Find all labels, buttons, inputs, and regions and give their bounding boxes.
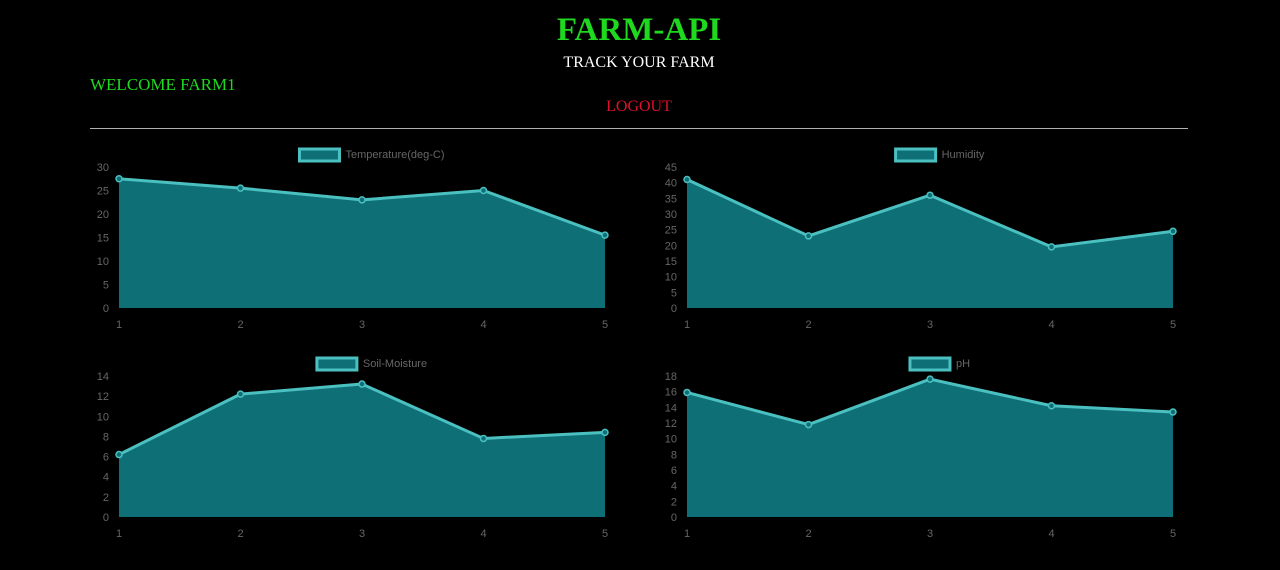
data-point (683, 175, 691, 184)
x-tick-label: 5 (602, 528, 608, 540)
y-tick-label: 5 (103, 280, 109, 292)
y-tick-label: 2 (671, 496, 677, 508)
header-divider (90, 128, 1188, 129)
x-tick-label: 2 (237, 319, 243, 331)
y-tick-label: 25 (97, 186, 109, 198)
data-point (358, 380, 366, 388)
y-tick-label: 30 (97, 162, 109, 174)
page-subtitle: TRACK YOUR FARM (563, 54, 715, 71)
data-point (804, 232, 813, 240)
y-tick-label: 0 (671, 303, 677, 315)
data-point (926, 375, 934, 383)
x-tick-label: 1 (684, 528, 690, 540)
soil-moisture-chart: Soil-Moisture024681012141 2 3 4 5 (97, 356, 609, 540)
x-tick-label: 4 (480, 319, 486, 331)
y-tick-label: 16 (665, 387, 677, 399)
x-tick-label: 3 (359, 528, 365, 540)
series-area (687, 379, 1173, 517)
y-tick-label: 15 (665, 256, 677, 268)
y-tick-label: 14 (97, 371, 109, 383)
data-point (1169, 227, 1177, 235)
x-tick-label: 3 (927, 528, 933, 540)
y-tick-label: 18 (665, 371, 677, 383)
x-tick-label: 4 (1048, 528, 1054, 540)
x-tick-label: 4 (1048, 319, 1054, 331)
y-tick-label: 10 (665, 434, 677, 446)
y-tick-label: 10 (97, 256, 109, 268)
y-tick-label: 6 (671, 465, 677, 477)
x-tick-label: 1 (116, 319, 122, 331)
humidity-chart: Humidity0510152025303540451 2 3 4 5 (665, 147, 1177, 331)
y-tick-label: 14 (665, 402, 677, 414)
y-tick-label: 45 (665, 162, 677, 174)
y-tick-label: 5 (671, 287, 677, 299)
y-tick-label: 35 (665, 193, 677, 205)
ph-chart: pH0246810121416181 2 3 4 5 (665, 356, 1177, 540)
data-point (358, 196, 366, 204)
x-tick-label: 5 (1170, 319, 1176, 331)
data-point (683, 388, 691, 397)
welcome-message: WELCOME FARM1 (90, 75, 236, 94)
y-tick-label: 0 (671, 512, 677, 524)
data-point (1047, 243, 1056, 251)
data-point (1047, 402, 1056, 410)
data-point (115, 175, 123, 183)
x-tick-label: 2 (805, 319, 811, 331)
x-tick-label: 3 (359, 319, 365, 331)
data-point (479, 434, 488, 443)
legend-swatch (908, 356, 952, 372)
y-tick-label: 0 (103, 512, 109, 524)
x-tick-label: 3 (927, 319, 933, 331)
x-tick-label: 1 (116, 528, 122, 540)
y-tick-label: 0 (103, 303, 109, 315)
logout-link[interactable]: LOGOUT (606, 98, 672, 115)
y-tick-label: 8 (671, 449, 677, 461)
y-tick-label: 6 (103, 452, 109, 464)
y-tick-label: 4 (103, 472, 109, 484)
legend-label: Temperature(deg-C) (345, 149, 444, 161)
y-tick-label: 25 (665, 225, 677, 237)
series-area (119, 384, 605, 517)
legend-swatch (297, 147, 341, 163)
legend-label: Humidity (942, 149, 985, 161)
y-tick-label: 12 (665, 418, 677, 430)
logout-container: LOGOUT (0, 96, 1278, 118)
x-tick-label: 4 (480, 528, 486, 540)
y-tick-label: 4 (671, 481, 677, 493)
temperature-chart: Temperature(deg-C) 0 5 10 15 20 25 30 1 2 3 4 5 (97, 147, 609, 331)
y-tick-label: 30 (665, 209, 677, 221)
page-title: FARM-API (556, 12, 722, 48)
y-tick-label: 20 (97, 209, 109, 221)
data-point (601, 231, 609, 239)
legend-label: Soil-Moisture (363, 358, 427, 370)
x-tick-label: 2 (805, 528, 811, 540)
y-tick-label: 10 (665, 272, 677, 284)
x-tick-label: 1 (684, 319, 690, 331)
data-point (601, 428, 609, 437)
data-point (236, 184, 245, 192)
y-tick-label: 15 (97, 233, 109, 245)
y-tick-label: 10 (97, 411, 109, 423)
data-point (236, 390, 245, 398)
legend-label: pH (956, 358, 970, 370)
y-tick-label: 2 (103, 492, 109, 504)
y-tick-label: 8 (103, 431, 109, 443)
x-tick-label: 2 (237, 528, 243, 540)
y-tick-label: 20 (665, 240, 677, 252)
data-point (115, 450, 123, 459)
data-point (1169, 408, 1177, 416)
data-point (479, 186, 488, 195)
y-tick-label: 40 (665, 178, 677, 190)
data-point (804, 420, 813, 429)
legend-swatch (894, 147, 938, 163)
data-point (926, 191, 934, 199)
y-tick-label: 12 (97, 391, 109, 403)
x-tick-label: 5 (1170, 528, 1176, 540)
x-tick-label: 5 (602, 319, 608, 331)
legend-swatch (315, 356, 359, 372)
